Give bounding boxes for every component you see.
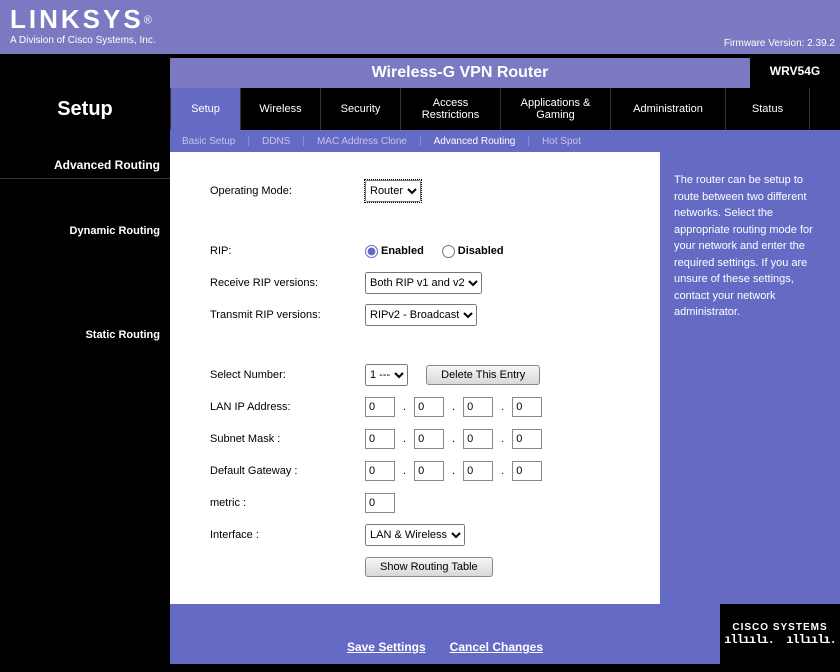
interface-select[interactable]: LAN & Wireless bbox=[365, 524, 465, 546]
dot-icon: . bbox=[452, 465, 455, 477]
receive-rip-select[interactable]: Both RIP v1 and v2 bbox=[365, 272, 482, 294]
main-form: Operating Mode: Router RIP: Enabled Disa… bbox=[170, 152, 660, 604]
dot-icon: . bbox=[403, 433, 406, 445]
sidebar-dynamic-routing: Dynamic Routing bbox=[0, 219, 170, 243]
subnet-octet-3[interactable] bbox=[463, 429, 493, 449]
subnet-octet-4[interactable] bbox=[512, 429, 542, 449]
footer-endbar bbox=[0, 664, 840, 672]
title-left-pad bbox=[0, 54, 170, 88]
select-number-label: Select Number: bbox=[210, 369, 365, 381]
top-banner: LINKSYS® A Division of Cisco Systems, In… bbox=[0, 0, 840, 54]
subnet-octet-1[interactable] bbox=[365, 429, 395, 449]
subtab-ddns[interactable]: DDNS bbox=[262, 136, 290, 147]
sidebar-static-routing: Static Routing bbox=[0, 323, 170, 347]
delete-entry-button[interactable]: Delete This Entry bbox=[426, 365, 540, 385]
brand-subtitle: A Division of Cisco Systems, Inc. bbox=[10, 35, 156, 46]
main-nav: Setup Setup Wireless Security Access Res… bbox=[0, 88, 840, 130]
brand-logo: LINKSYS® A Division of Cisco Systems, In… bbox=[10, 4, 156, 46]
firmware-version: Firmware Version: 2.39.2 bbox=[724, 38, 835, 49]
lan-ip-octet-3[interactable] bbox=[463, 397, 493, 417]
rip-label: RIP: bbox=[210, 245, 365, 257]
rip-disabled-option[interactable]: Disabled bbox=[442, 245, 504, 258]
default-gateway-label: Default Gateway : bbox=[210, 465, 365, 477]
receive-rip-label: Receive RIP versions: bbox=[210, 277, 365, 289]
model-number: WRV54G bbox=[750, 54, 840, 88]
help-panel: The router can be setup to route between… bbox=[660, 152, 840, 604]
subnav-sep: | bbox=[527, 136, 530, 147]
dot-icon: . bbox=[452, 401, 455, 413]
rip-enabled-option[interactable]: Enabled bbox=[365, 245, 424, 258]
tab-access-restrictions[interactable]: Access Restrictions bbox=[400, 88, 500, 130]
tab-status[interactable]: Status bbox=[725, 88, 810, 130]
brand-name: LINKSYS bbox=[10, 4, 144, 34]
gateway-octet-2[interactable] bbox=[414, 461, 444, 481]
transmit-rip-select[interactable]: RIPv2 - Broadcast bbox=[365, 304, 477, 326]
rip-disabled-radio[interactable] bbox=[442, 245, 455, 258]
tab-applications-gaming[interactable]: Applications & Gaming bbox=[500, 88, 610, 130]
tab-security[interactable]: Security bbox=[320, 88, 400, 130]
gateway-octet-4[interactable] bbox=[512, 461, 542, 481]
subnav-pad bbox=[0, 130, 170, 152]
select-number-select[interactable]: 1 --- bbox=[365, 364, 408, 386]
subnet-octet-2[interactable] bbox=[414, 429, 444, 449]
footer-left-pad bbox=[0, 604, 170, 664]
subtab-mac-clone[interactable]: MAC Address Clone bbox=[317, 136, 407, 147]
tab-wireless[interactable]: Wireless bbox=[240, 88, 320, 130]
title-bar: Wireless-G VPN Router WRV54G bbox=[0, 54, 840, 88]
dot-icon: . bbox=[403, 465, 406, 477]
subnav-sep: | bbox=[419, 136, 422, 147]
show-routing-table-button[interactable]: Show Routing Table bbox=[365, 557, 493, 577]
save-settings-link[interactable]: Save Settings bbox=[347, 640, 426, 654]
cisco-logo-text: CISCO SYSTEMS bbox=[732, 622, 827, 633]
lan-ip-octet-2[interactable] bbox=[414, 397, 444, 417]
subnet-mask-label: Subnet Mask : bbox=[210, 433, 365, 445]
subnav-items: Basic Setup | DDNS | MAC Address Clone | Ad… bbox=[170, 130, 840, 152]
subtab-hot-spot[interactable]: Hot Spot bbox=[542, 136, 581, 147]
dot-icon: . bbox=[403, 401, 406, 413]
help-text: The router can be setup to route between… bbox=[674, 172, 826, 321]
cancel-changes-link[interactable]: Cancel Changes bbox=[450, 640, 543, 654]
product-title: Wireless-G VPN Router bbox=[170, 54, 750, 88]
subnav-sep: | bbox=[302, 136, 305, 147]
tab-administration[interactable]: Administration bbox=[610, 88, 725, 130]
gateway-octet-3[interactable] bbox=[463, 461, 493, 481]
lan-ip-label: LAN IP Address: bbox=[210, 401, 365, 413]
transmit-rip-label: Transmit RIP versions: bbox=[210, 309, 365, 321]
sidebar-spacer bbox=[0, 243, 170, 323]
footer: Save Settings Cancel Changes CISCO SYSTE… bbox=[0, 604, 840, 664]
lan-ip-octet-4[interactable] bbox=[512, 397, 542, 417]
sidebar: Advanced Routing Dynamic Routing Static … bbox=[0, 152, 170, 604]
subnav-sep: | bbox=[247, 136, 250, 147]
dot-icon: . bbox=[501, 465, 504, 477]
registered-icon: ® bbox=[144, 14, 152, 26]
operating-mode-label: Operating Mode: bbox=[210, 185, 365, 197]
cisco-logo-area: CISCO SYSTEMS ıllıılı. ıllıılı. bbox=[720, 604, 840, 664]
lan-ip-octet-1[interactable] bbox=[365, 397, 395, 417]
tab-setup[interactable]: Setup bbox=[170, 88, 240, 130]
rip-enabled-radio[interactable] bbox=[365, 245, 378, 258]
tab-strip: Setup Wireless Security Access Restricti… bbox=[170, 88, 840, 130]
operating-mode-select[interactable]: Router bbox=[365, 180, 421, 202]
subtab-advanced-routing[interactable]: Advanced Routing bbox=[434, 136, 516, 147]
dot-icon: . bbox=[501, 433, 504, 445]
metric-input[interactable] bbox=[365, 493, 395, 513]
dot-icon: . bbox=[501, 401, 504, 413]
interface-label: Interface : bbox=[210, 529, 365, 541]
metric-label: metric : bbox=[210, 497, 365, 509]
content-area: Advanced Routing Dynamic Routing Static … bbox=[0, 152, 840, 604]
footer-actions: Save Settings Cancel Changes bbox=[170, 604, 720, 664]
rip-disabled-text: Disabled bbox=[458, 245, 504, 257]
dot-icon: . bbox=[452, 433, 455, 445]
rip-enabled-text: Enabled bbox=[381, 245, 424, 257]
gateway-octet-1[interactable] bbox=[365, 461, 395, 481]
sidebar-heading: Advanced Routing bbox=[0, 152, 170, 179]
sidebar-spacer bbox=[0, 179, 170, 219]
sub-nav: Basic Setup | DDNS | MAC Address Clone | Ad… bbox=[0, 130, 840, 152]
cisco-bridge-icon: ıllıılı. ıllıılı. bbox=[724, 633, 836, 647]
subtab-basic-setup[interactable]: Basic Setup bbox=[182, 136, 235, 147]
page-title: Setup bbox=[0, 88, 170, 130]
